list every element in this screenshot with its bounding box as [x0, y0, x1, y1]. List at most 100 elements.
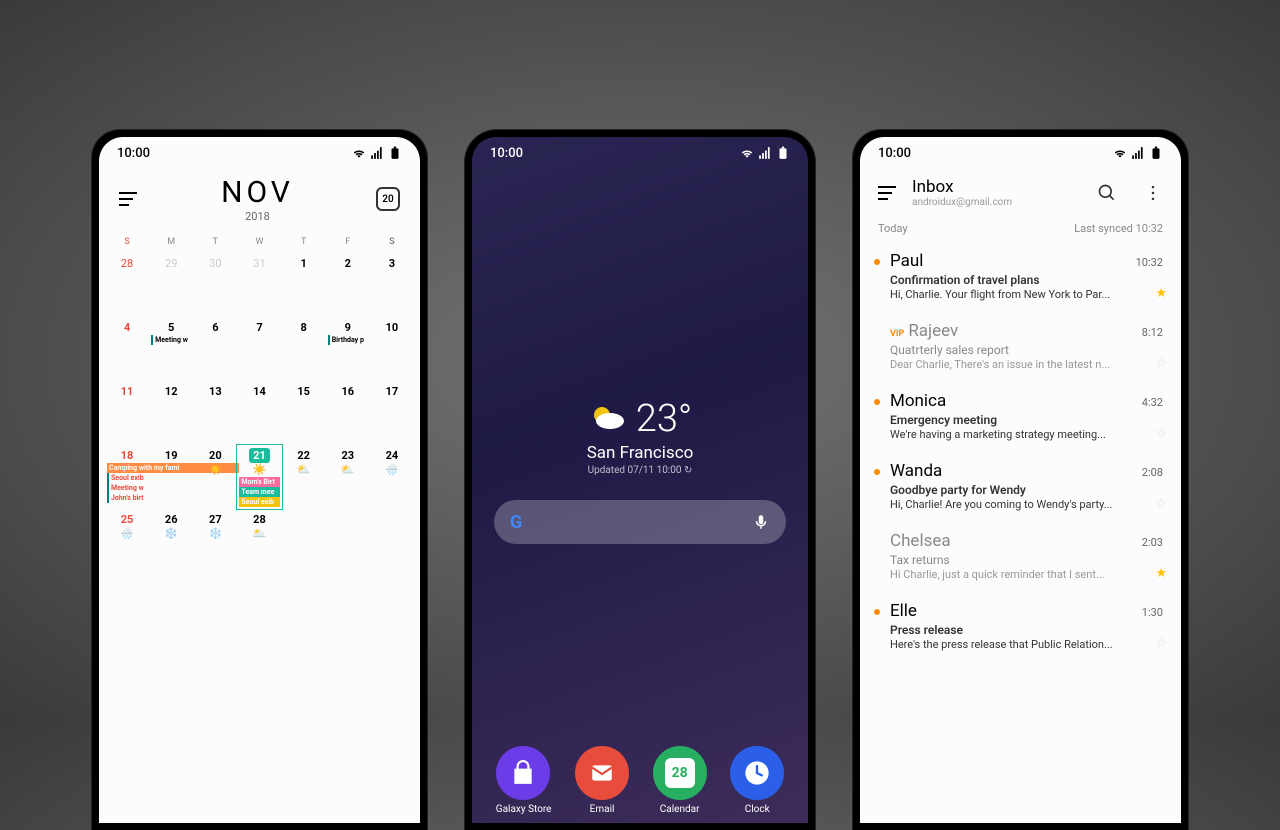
- status-time: 10:00: [878, 146, 911, 161]
- dayname: M: [149, 231, 193, 253]
- calendar-event[interactable]: Meeting w: [151, 335, 191, 345]
- status-bar: 10:00: [99, 137, 420, 169]
- calendar-day[interactable]: 22⛅: [282, 445, 326, 509]
- dayname: W: [237, 231, 281, 253]
- dock-app-email[interactable]: Email: [575, 746, 629, 815]
- calendar-grid: SMTWTFS 2829303112345Meeting w6789Birthd…: [99, 231, 420, 573]
- email-subject: Quatrterly sales report: [890, 343, 1163, 357]
- calendar-day[interactable]: 17: [370, 381, 414, 445]
- email-time: 10:32: [1136, 256, 1163, 269]
- calendar-day[interactable]: 6: [193, 317, 237, 381]
- calendar-event[interactable]: Seoul exib: [107, 473, 147, 483]
- dayname: T: [282, 231, 326, 253]
- app-icon: 28: [653, 746, 707, 800]
- calendar-day[interactable]: 2: [326, 253, 370, 317]
- calendar-day[interactable]: 11: [105, 381, 149, 445]
- calendar-day[interactable]: 25🌧️: [105, 509, 149, 573]
- calendar-event[interactable]: John's birt: [107, 493, 147, 503]
- menu-button[interactable]: [878, 186, 898, 200]
- calendar-day[interactable]: 18Camping with my famiSeoul exibMeeting …: [105, 445, 149, 509]
- calendar-day[interactable]: 15: [282, 381, 326, 445]
- unread-dot: [874, 259, 880, 265]
- calendar-event[interactable]: Meeting w: [107, 483, 147, 493]
- calendar-day[interactable]: 14: [237, 381, 281, 445]
- calendar-day[interactable]: 29: [149, 253, 193, 317]
- calendar-day[interactable]: 5Meeting w: [149, 317, 193, 381]
- dock-app-galaxy-store[interactable]: Galaxy Store: [496, 746, 552, 815]
- calendar-day[interactable]: 21☀️Mom's BirtTeam meeSeoul exib: [237, 445, 281, 509]
- calendar-event[interactable]: Birthday p: [328, 335, 368, 345]
- calendar-day[interactable]: 4: [105, 317, 149, 381]
- star-icon[interactable]: ☆: [1155, 356, 1167, 371]
- sender-name: Wanda: [890, 461, 942, 481]
- calendar-day[interactable]: 19: [149, 445, 193, 509]
- phone-calendar: 10:00 NOV 2018 20 SMTWTFS 2829303112345M…: [92, 130, 427, 830]
- star-icon[interactable]: ☆: [1155, 426, 1167, 441]
- star-icon[interactable]: ☆: [1155, 496, 1167, 511]
- app-label: Clock: [730, 804, 784, 815]
- google-search-bar[interactable]: G: [494, 500, 786, 544]
- calendar-day[interactable]: 23⛅: [326, 445, 370, 509]
- calendar-day[interactable]: 10: [370, 317, 414, 381]
- unread-dot: [874, 469, 880, 475]
- email-item[interactable]: Monica4:32Emergency meetingWe're having …: [860, 381, 1181, 451]
- weather-icon: [588, 399, 628, 439]
- email-time: 2:03: [1142, 536, 1163, 549]
- email-item[interactable]: Wanda2:08Goodbye party for WendyHi, Char…: [860, 451, 1181, 521]
- email-preview: Here's the press release that Public Rel…: [890, 638, 1163, 651]
- calendar-event[interactable]: Seoul exib: [239, 497, 279, 507]
- calendar-day[interactable]: 31: [237, 253, 281, 317]
- calendar-day[interactable]: 12: [149, 381, 193, 445]
- calendar-day[interactable]: 24🌧️: [370, 445, 414, 509]
- app-icon: [575, 746, 629, 800]
- sync-label: Last synced 10:32: [1074, 222, 1163, 235]
- sender-name: Paul: [890, 251, 923, 271]
- calendar-day[interactable]: 30: [193, 253, 237, 317]
- calendar-day[interactable]: 20☀️: [193, 445, 237, 509]
- calendar-day[interactable]: 27❄️: [193, 509, 237, 573]
- calendar-day[interactable]: 7: [237, 317, 281, 381]
- phone-email: 10:00 Inbox androidux@gmail.com Today La…: [853, 130, 1188, 830]
- email-item[interactable]: Elle1:30Press releaseHere's the press re…: [860, 591, 1181, 661]
- email-time: 2:08: [1142, 466, 1163, 479]
- email-subject: Tax returns: [890, 553, 1163, 567]
- sender-name: VIPRajeev: [890, 321, 958, 341]
- email-preview: Hi, Charlie. Your flight from New York t…: [890, 288, 1163, 301]
- calendar-day[interactable]: 1: [282, 253, 326, 317]
- calendar-day[interactable]: 8: [282, 317, 326, 381]
- email-preview: We're having a marketing strategy meetin…: [890, 428, 1163, 441]
- dayname: T: [193, 231, 237, 253]
- weather-updated: Updated 07/11 10:00 ↻: [472, 465, 808, 476]
- status-bar: 10:00: [472, 137, 808, 169]
- weather-widget[interactable]: 23° San Francisco Updated 07/11 10:00 ↻ …: [472, 397, 808, 544]
- calendar-event[interactable]: Mom's Birt: [239, 477, 279, 487]
- dayname: F: [326, 231, 370, 253]
- calendar-day[interactable]: 13: [193, 381, 237, 445]
- search-icon[interactable]: [1097, 183, 1117, 203]
- email-item[interactable]: VIPRajeev8:12Quatrterly sales reportDear…: [860, 311, 1181, 381]
- dock-app-calendar[interactable]: 28Calendar: [653, 746, 707, 815]
- menu-button[interactable]: [119, 192, 139, 206]
- email-item[interactable]: Paul 10:32 Confirmation of travel plansHi,…: [860, 241, 1181, 311]
- calendar-day[interactable]: 28🌥️: [237, 509, 281, 573]
- mic-icon[interactable]: [752, 513, 770, 531]
- signal-icon: [1131, 146, 1145, 160]
- dock-app-clock[interactable]: Clock: [730, 746, 784, 815]
- email-subject: Confirmation of travel plans: [890, 273, 1163, 287]
- calendar-day[interactable]: 9Birthday p: [326, 317, 370, 381]
- email-item[interactable]: Chelsea2:03Tax returnsHi Charlie, just a…: [860, 521, 1181, 591]
- battery-icon: [388, 146, 402, 160]
- calendar-day[interactable]: 16: [326, 381, 370, 445]
- star-icon[interactable]: ☆: [1155, 636, 1167, 651]
- account-label: androidux@gmail.com: [912, 197, 1083, 208]
- calendar-day[interactable]: 26❄️: [149, 509, 193, 573]
- calendar-day[interactable]: 28: [105, 253, 149, 317]
- calendar-day[interactable]: 3: [370, 253, 414, 317]
- today-button[interactable]: 20: [376, 187, 400, 211]
- star-icon[interactable]: ★: [1155, 286, 1167, 301]
- battery-icon: [1149, 146, 1163, 160]
- calendar-title[interactable]: NOV 2018: [221, 175, 294, 223]
- calendar-event[interactable]: Team mee: [239, 487, 279, 497]
- star-icon[interactable]: ★: [1155, 566, 1167, 581]
- more-icon[interactable]: [1143, 183, 1163, 203]
